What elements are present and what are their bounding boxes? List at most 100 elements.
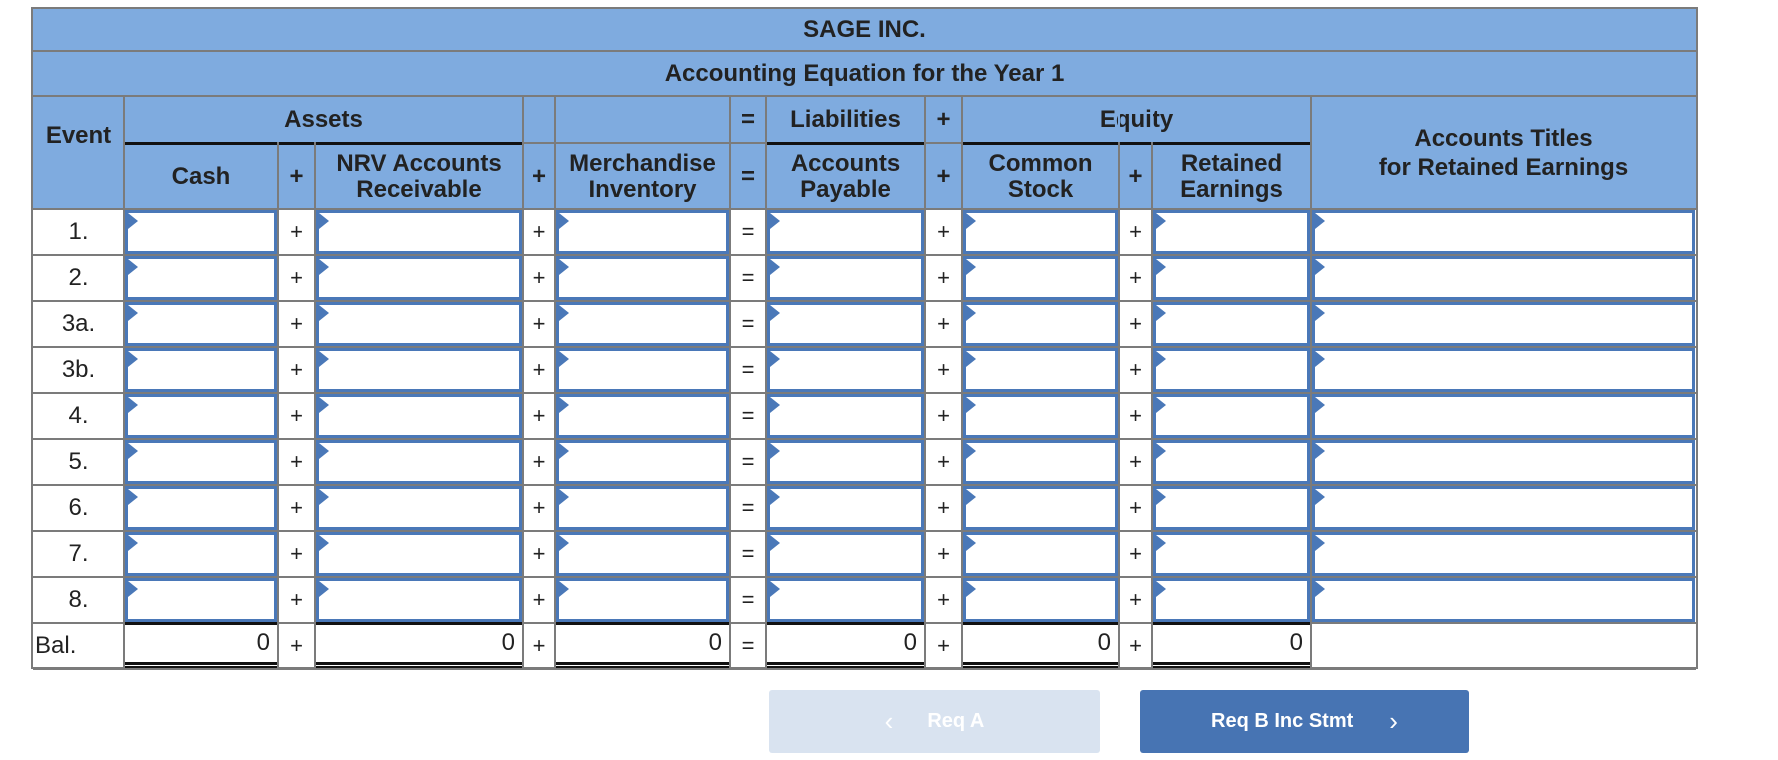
merch-inv-input[interactable]: [559, 535, 726, 573]
retained-earnings-input[interactable]: [1156, 259, 1307, 297]
input-cell-retained-earnings[interactable]: [1153, 348, 1310, 392]
nrv-ar-input[interactable]: [319, 535, 519, 573]
account-title-input[interactable]: [1315, 351, 1692, 389]
input-cell-account-title[interactable]: [1312, 394, 1695, 438]
input-cell-common-stock[interactable]: [963, 302, 1118, 346]
input-cell-retained-earnings[interactable]: [1153, 394, 1310, 438]
account-title-input[interactable]: [1315, 397, 1692, 435]
nrv-ar-input[interactable]: [319, 443, 519, 481]
nrv-ar-input[interactable]: [319, 581, 519, 619]
input-cell-ap[interactable]: [767, 394, 924, 438]
nrv-ar-input[interactable]: [319, 213, 519, 251]
ap-input[interactable]: [770, 351, 921, 389]
input-cell-account-title[interactable]: [1312, 348, 1695, 392]
input-cell-cash[interactable]: [125, 532, 277, 576]
input-cell-cash[interactable]: [125, 210, 277, 254]
ap-input[interactable]: [770, 443, 921, 481]
input-cell-account-title[interactable]: [1312, 578, 1695, 622]
input-cell-merch-inv[interactable]: [556, 440, 729, 484]
account-title-input[interactable]: [1315, 305, 1692, 343]
merch-inv-input[interactable]: [559, 213, 726, 251]
account-title-input[interactable]: [1315, 535, 1692, 573]
merch-inv-input[interactable]: [559, 259, 726, 297]
input-cell-merch-inv[interactable]: [556, 256, 729, 300]
ap-input[interactable]: [770, 213, 921, 251]
input-cell-nrv-ar[interactable]: [316, 532, 522, 576]
input-cell-nrv-ar[interactable]: [316, 256, 522, 300]
input-cell-common-stock[interactable]: [963, 394, 1118, 438]
input-cell-cash[interactable]: [125, 486, 277, 530]
ap-input[interactable]: [770, 397, 921, 435]
ap-input[interactable]: [770, 535, 921, 573]
input-cell-ap[interactable]: [767, 256, 924, 300]
input-cell-common-stock[interactable]: [963, 210, 1118, 254]
input-cell-nrv-ar[interactable]: [316, 302, 522, 346]
retained-earnings-input[interactable]: [1156, 351, 1307, 389]
input-cell-account-title[interactable]: [1312, 210, 1695, 254]
input-cell-cash[interactable]: [125, 394, 277, 438]
ap-input[interactable]: [770, 489, 921, 527]
cash-input[interactable]: [128, 489, 274, 527]
cash-input[interactable]: [128, 259, 274, 297]
nrv-ar-input[interactable]: [319, 351, 519, 389]
input-cell-nrv-ar[interactable]: [316, 348, 522, 392]
input-cell-common-stock[interactable]: [963, 256, 1118, 300]
account-title-input[interactable]: [1315, 213, 1692, 251]
account-title-input[interactable]: [1315, 259, 1692, 297]
input-cell-account-title[interactable]: [1312, 256, 1695, 300]
common-stock-input[interactable]: [966, 397, 1115, 435]
input-cell-merch-inv[interactable]: [556, 210, 729, 254]
retained-earnings-input[interactable]: [1156, 489, 1307, 527]
input-cell-nrv-ar[interactable]: [316, 578, 522, 622]
input-cell-account-title[interactable]: [1312, 302, 1695, 346]
cash-input[interactable]: [128, 581, 274, 619]
merch-inv-input[interactable]: [559, 305, 726, 343]
input-cell-ap[interactable]: [767, 578, 924, 622]
ap-input[interactable]: [770, 259, 921, 297]
input-cell-merch-inv[interactable]: [556, 532, 729, 576]
input-cell-retained-earnings[interactable]: [1153, 210, 1310, 254]
input-cell-retained-earnings[interactable]: [1153, 486, 1310, 530]
input-cell-merch-inv[interactable]: [556, 302, 729, 346]
retained-earnings-input[interactable]: [1156, 581, 1307, 619]
cash-input[interactable]: [128, 351, 274, 389]
merch-inv-input[interactable]: [559, 397, 726, 435]
input-cell-merch-inv[interactable]: [556, 348, 729, 392]
input-cell-cash[interactable]: [125, 348, 277, 392]
input-cell-nrv-ar[interactable]: [316, 394, 522, 438]
input-cell-ap[interactable]: [767, 348, 924, 392]
account-title-input[interactable]: [1315, 581, 1692, 619]
input-cell-common-stock[interactable]: [963, 578, 1118, 622]
common-stock-input[interactable]: [966, 535, 1115, 573]
input-cell-nrv-ar[interactable]: [316, 440, 522, 484]
input-cell-ap[interactable]: [767, 440, 924, 484]
input-cell-account-title[interactable]: [1312, 440, 1695, 484]
next-req-b-inc-stmt-button[interactable]: Req B Inc Stmt ›: [1140, 690, 1469, 753]
common-stock-input[interactable]: [966, 305, 1115, 343]
common-stock-input[interactable]: [966, 259, 1115, 297]
retained-earnings-input[interactable]: [1156, 305, 1307, 343]
account-title-input[interactable]: [1315, 489, 1692, 527]
cash-input[interactable]: [128, 305, 274, 343]
retained-earnings-input[interactable]: [1156, 213, 1307, 251]
input-cell-account-title[interactable]: [1312, 486, 1695, 530]
input-cell-cash[interactable]: [125, 302, 277, 346]
prev-req-a-button[interactable]: ‹ Req A: [769, 690, 1100, 753]
input-cell-common-stock[interactable]: [963, 440, 1118, 484]
input-cell-cash[interactable]: [125, 440, 277, 484]
nrv-ar-input[interactable]: [319, 397, 519, 435]
input-cell-common-stock[interactable]: [963, 532, 1118, 576]
input-cell-merch-inv[interactable]: [556, 486, 729, 530]
input-cell-retained-earnings[interactable]: [1153, 302, 1310, 346]
merch-inv-input[interactable]: [559, 581, 726, 619]
common-stock-input[interactable]: [966, 351, 1115, 389]
cash-input[interactable]: [128, 397, 274, 435]
input-cell-retained-earnings[interactable]: [1153, 578, 1310, 622]
input-cell-retained-earnings[interactable]: [1153, 256, 1310, 300]
input-cell-ap[interactable]: [767, 302, 924, 346]
cash-input[interactable]: [128, 535, 274, 573]
input-cell-retained-earnings[interactable]: [1153, 532, 1310, 576]
retained-earnings-input[interactable]: [1156, 443, 1307, 481]
cash-input[interactable]: [128, 213, 274, 251]
common-stock-input[interactable]: [966, 443, 1115, 481]
